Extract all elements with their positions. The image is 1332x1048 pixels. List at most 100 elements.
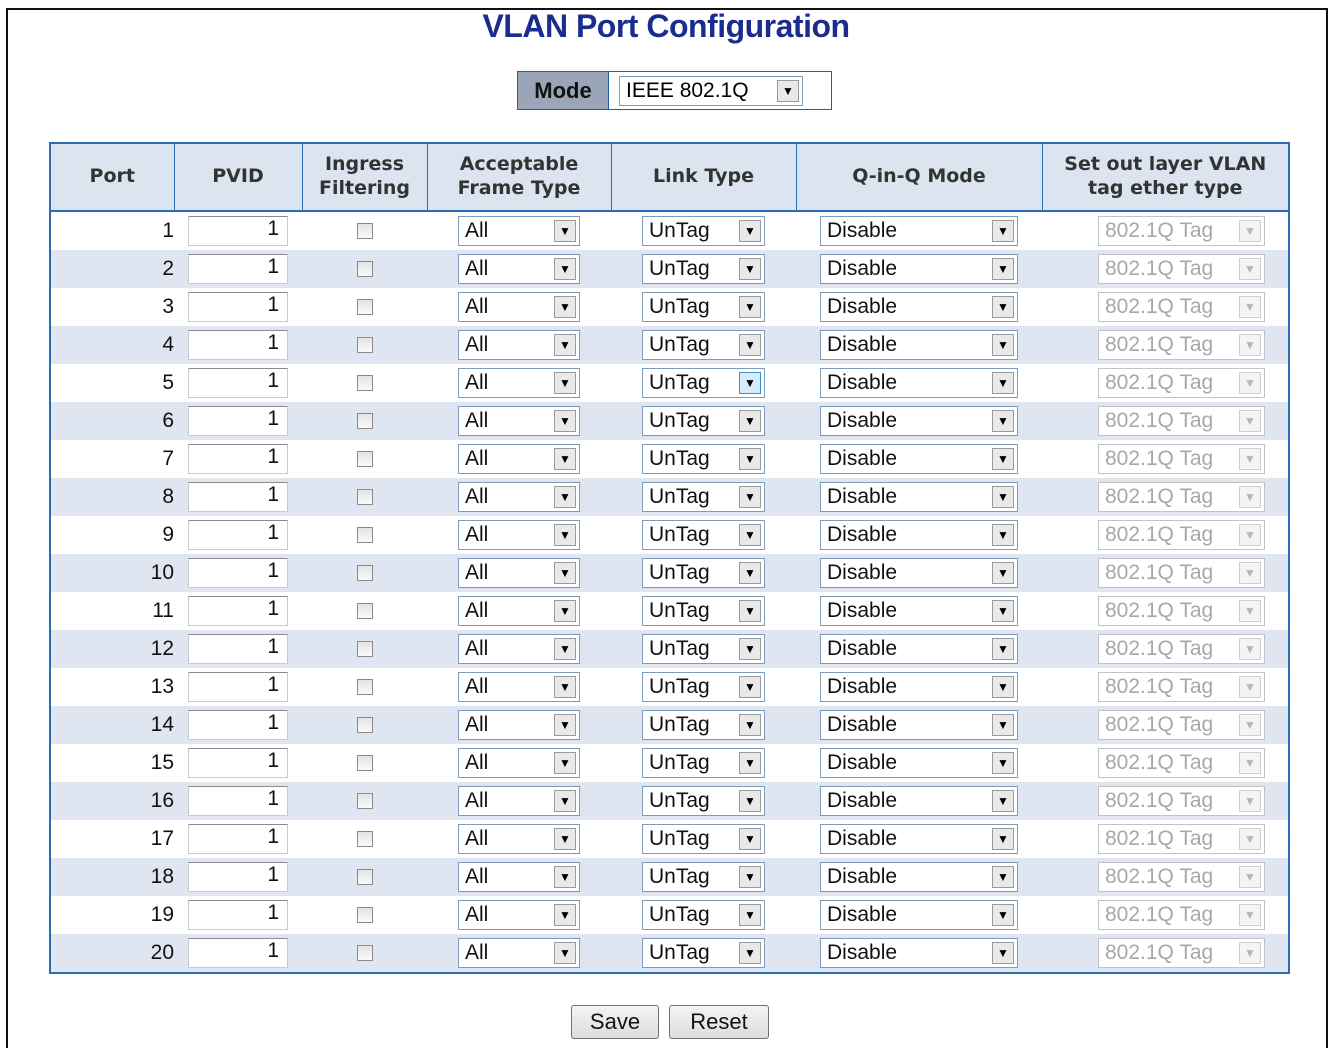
chevron-down-icon[interactable]: ▼ — [992, 220, 1014, 242]
chevron-down-icon[interactable]: ▼ — [554, 790, 576, 812]
chevron-down-icon[interactable]: ▼ — [739, 486, 761, 508]
qinq-mode-select[interactable]: Disable ▼ — [820, 596, 1018, 626]
chevron-down-icon[interactable]: ▼ — [739, 676, 761, 698]
chevron-down-icon[interactable]: ▼ — [739, 638, 761, 660]
link-type-select[interactable]: UnTag ▼ — [642, 520, 765, 550]
pvid-input[interactable]: 1 — [188, 938, 288, 968]
chevron-down-icon[interactable]: ▼ — [554, 524, 576, 546]
ingress-filtering-checkbox[interactable] — [356, 565, 373, 581]
pvid-input[interactable]: 1 — [188, 558, 288, 588]
ingress-filtering-checkbox[interactable] — [356, 375, 373, 391]
pvid-input[interactable]: 1 — [188, 672, 288, 702]
link-type-select[interactable]: UnTag ▼ — [642, 748, 765, 778]
ingress-filtering-checkbox[interactable] — [356, 869, 373, 885]
ingress-filtering-checkbox[interactable] — [356, 223, 373, 239]
chevron-down-icon[interactable]: ▼ — [739, 258, 761, 280]
chevron-down-icon[interactable]: ▼ — [739, 220, 761, 242]
qinq-mode-select[interactable]: Disable ▼ — [820, 444, 1018, 474]
frame-type-select[interactable]: All ▼ — [458, 634, 580, 664]
ingress-filtering-checkbox[interactable] — [356, 489, 373, 505]
chevron-down-icon[interactable]: ▼ — [992, 258, 1014, 280]
qinq-mode-select[interactable]: Disable ▼ — [820, 824, 1018, 854]
link-type-select[interactable]: UnTag ▼ — [642, 254, 765, 284]
chevron-down-icon[interactable]: ▼ — [992, 904, 1014, 926]
chevron-down-icon[interactable]: ▼ — [554, 866, 576, 888]
chevron-down-icon[interactable]: ▼ — [992, 638, 1014, 660]
link-type-select[interactable]: UnTag ▼ — [642, 216, 765, 246]
chevron-down-icon[interactable]: ▼ — [992, 866, 1014, 888]
pvid-input[interactable]: 1 — [188, 368, 288, 398]
qinq-mode-select[interactable]: Disable ▼ — [820, 938, 1018, 968]
ingress-filtering-checkbox[interactable] — [356, 451, 373, 467]
chevron-down-icon[interactable]: ▼ — [554, 372, 576, 394]
pvid-input[interactable]: 1 — [188, 596, 288, 626]
chevron-down-icon[interactable]: ▼ — [739, 866, 761, 888]
frame-type-select[interactable]: All ▼ — [458, 710, 580, 740]
link-type-select[interactable]: UnTag ▼ — [642, 634, 765, 664]
chevron-down-icon[interactable]: ▼ — [992, 372, 1014, 394]
qinq-mode-select[interactable]: Disable ▼ — [820, 216, 1018, 246]
pvid-input[interactable]: 1 — [188, 862, 288, 892]
chevron-down-icon[interactable]: ▼ — [992, 790, 1014, 812]
chevron-down-icon[interactable]: ▼ — [554, 638, 576, 660]
chevron-down-icon[interactable]: ▼ — [554, 600, 576, 622]
chevron-down-icon[interactable]: ▼ — [992, 486, 1014, 508]
qinq-mode-select[interactable]: Disable ▼ — [820, 672, 1018, 702]
chevron-down-icon[interactable]: ▼ — [554, 334, 576, 356]
ingress-filtering-checkbox[interactable] — [356, 413, 373, 429]
ingress-filtering-checkbox[interactable] — [356, 907, 373, 923]
chevron-down-icon[interactable]: ▼ — [777, 79, 799, 102]
link-type-select[interactable]: UnTag ▼ — [642, 482, 765, 512]
frame-type-select[interactable]: All ▼ — [458, 900, 580, 930]
pvid-input[interactable]: 1 — [188, 786, 288, 816]
chevron-down-icon[interactable]: ▼ — [554, 562, 576, 584]
chevron-down-icon[interactable]: ▼ — [739, 600, 761, 622]
qinq-mode-select[interactable]: Disable ▼ — [820, 558, 1018, 588]
link-type-select[interactable]: UnTag ▼ — [642, 900, 765, 930]
chevron-down-icon[interactable]: ▼ — [739, 828, 761, 850]
chevron-down-icon[interactable]: ▼ — [992, 942, 1014, 964]
chevron-down-icon[interactable]: ▼ — [554, 714, 576, 736]
frame-type-select[interactable]: All ▼ — [458, 482, 580, 512]
ingress-filtering-checkbox[interactable] — [356, 337, 373, 353]
chevron-down-icon[interactable]: ▼ — [554, 904, 576, 926]
chevron-down-icon[interactable]: ▼ — [992, 334, 1014, 356]
chevron-down-icon[interactable]: ▼ — [554, 220, 576, 242]
link-type-select[interactable]: UnTag ▼ — [642, 938, 765, 968]
frame-type-select[interactable]: All ▼ — [458, 938, 580, 968]
link-type-select[interactable]: UnTag ▼ — [642, 862, 765, 892]
ingress-filtering-checkbox[interactable] — [356, 755, 373, 771]
ingress-filtering-checkbox[interactable] — [356, 641, 373, 657]
chevron-down-icon[interactable]: ▼ — [992, 296, 1014, 318]
chevron-down-icon[interactable]: ▼ — [739, 410, 761, 432]
chevron-down-icon[interactable]: ▼ — [554, 942, 576, 964]
link-type-select[interactable]: UnTag ▼ — [642, 710, 765, 740]
ingress-filtering-checkbox[interactable] — [356, 945, 373, 961]
chevron-down-icon[interactable]: ▼ — [992, 828, 1014, 850]
link-type-select[interactable]: UnTag ▼ — [642, 596, 765, 626]
frame-type-select[interactable]: All ▼ — [458, 406, 580, 436]
ingress-filtering-checkbox[interactable] — [356, 299, 373, 315]
pvid-input[interactable]: 1 — [188, 482, 288, 512]
pvid-input[interactable]: 1 — [188, 254, 288, 284]
link-type-select[interactable]: UnTag ▼ — [642, 292, 765, 322]
qinq-mode-select[interactable]: Disable ▼ — [820, 368, 1018, 398]
chevron-down-icon[interactable]: ▼ — [554, 752, 576, 774]
frame-type-select[interactable]: All ▼ — [458, 368, 580, 398]
chevron-down-icon[interactable]: ▼ — [992, 524, 1014, 546]
frame-type-select[interactable]: All ▼ — [458, 292, 580, 322]
pvid-input[interactable]: 1 — [188, 748, 288, 778]
chevron-down-icon[interactable]: ▼ — [554, 486, 576, 508]
qinq-mode-select[interactable]: Disable ▼ — [820, 254, 1018, 284]
frame-type-select[interactable]: All ▼ — [458, 672, 580, 702]
chevron-down-icon[interactable]: ▼ — [554, 258, 576, 280]
chevron-down-icon[interactable]: ▼ — [992, 410, 1014, 432]
pvid-input[interactable]: 1 — [188, 216, 288, 246]
chevron-down-icon[interactable]: ▼ — [739, 562, 761, 584]
mode-select[interactable]: IEEE 802.1Q ▼ — [619, 75, 803, 106]
ingress-filtering-checkbox[interactable] — [356, 261, 373, 277]
frame-type-select[interactable]: All ▼ — [458, 862, 580, 892]
ingress-filtering-checkbox[interactable] — [356, 679, 373, 695]
pvid-input[interactable]: 1 — [188, 634, 288, 664]
ingress-filtering-checkbox[interactable] — [356, 603, 373, 619]
